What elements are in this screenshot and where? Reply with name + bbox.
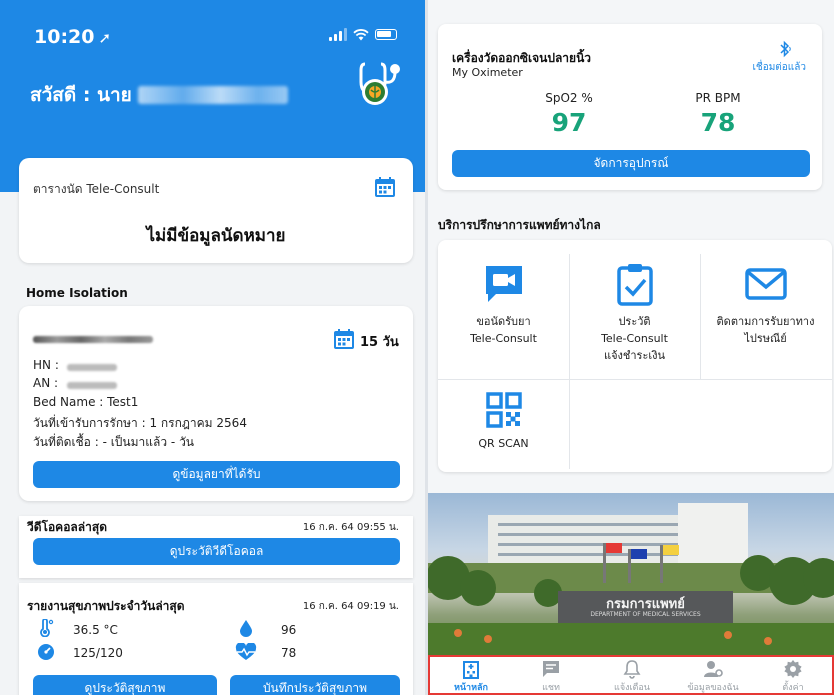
tab-chat[interactable]: แชท <box>510 657 592 693</box>
status-time: 10:20 ➚ <box>34 26 111 48</box>
pr-label: PR BPM <box>695 91 741 105</box>
hn-label: HN : <box>33 358 59 372</box>
hospital-building-icon <box>463 661 479 679</box>
department-building-banner: กรมการแพทย์ DEPARTMENT OF MEDICAL SERVIC… <box>428 493 834 655</box>
video-call-date: 16 ก.ค. 64 09:55 น. <box>302 522 399 533</box>
service-label: QR SCAN <box>478 437 529 450</box>
clipboard-check-icon <box>616 264 653 306</box>
service-label: Tele-Consult <box>601 332 668 345</box>
service-label: Tele-Consult <box>470 332 537 345</box>
grid-divider <box>438 379 832 380</box>
status-icons <box>329 28 397 41</box>
oxygen-drop-icon <box>240 620 252 637</box>
no-appointment-text: ไม่มีข้อมูลนัดหมาย <box>146 226 286 246</box>
status-bar: 10:20 ➚ <box>0 0 425 56</box>
services-screen: เครื่องวัดออกซิเจนปลายนิ้ว My Oximeter เ… <box>428 0 834 695</box>
connection-status: เชื่อมต่อแล้ว <box>752 62 807 73</box>
qr-code-icon <box>485 392 522 428</box>
tab-profile-label: ข้อมูลของฉัน <box>687 683 739 693</box>
service-label: ไปรษณีย์ <box>744 332 787 345</box>
pr-value: 78 <box>700 108 736 137</box>
hn-row: HN : <box>33 358 59 372</box>
redacted-name <box>137 86 288 104</box>
isolation-days: 15 วัน <box>360 335 399 350</box>
stethoscope-logo-icon[interactable] <box>355 58 405 110</box>
building-illustration <box>428 503 834 655</box>
track-postal-medicine-service[interactable]: ติดตามการรับยาทาง ไปรษณีย์ <box>700 262 831 346</box>
consult-history-service[interactable]: ประวัติ Tele-Consult แจ้งชำระเงิน <box>569 262 700 363</box>
qr-scan-service[interactable]: QR SCAN <box>438 392 569 451</box>
video-call-title: วีดีโอคอลล่าสุด <box>27 520 107 534</box>
blood-pressure-gauge-icon <box>38 644 54 660</box>
manage-device-button[interactable]: จัดการอุปกรณ์ <box>452 150 810 177</box>
home-isolation-screen: 10:20 ➚ สวัสดี : นาย ตารางนัด Tele-Consul… <box>0 0 425 695</box>
service-label: ติดตามการรับยาทาง <box>716 315 815 328</box>
calendar-icon[interactable] <box>374 176 396 198</box>
view-medication-button[interactable]: ดูข้อมูลยาที่ได้รับ <box>33 461 400 488</box>
request-medicine-service[interactable]: ขอนัดรับยา Tele-Consult <box>438 262 569 346</box>
banner-sign-english: DEPARTMENT OF MEDICAL SERVICES <box>590 611 701 618</box>
tele-consult-label: ตารางนัด Tele-Consult <box>33 182 160 196</box>
tab-chat-label: แชท <box>542 683 560 693</box>
admit-date: วันที่เข้ารับการรักษา : 1 กรกฎาคม 2564 <box>33 416 247 430</box>
video-chat-icon <box>485 266 522 302</box>
tab-settings-label: ตั้งค่า <box>782 683 804 693</box>
tele-consult-card: ตารางนัด Tele-Consult ไม่มีข้อมูลนัดหมาย <box>19 158 413 263</box>
an-label: AN : <box>33 376 59 390</box>
bed-name: Bed Name : Test1 <box>33 395 139 409</box>
tab-home-label: หน้าหลัก <box>453 683 489 693</box>
signal-icon <box>329 28 347 41</box>
health-report-card: รายงานสุขภาพประจำวันล่าสุด 16 ก.ค. 64 09… <box>19 583 413 695</box>
bottom-tab-bar: หน้าหลัก แชท แจ้งเตือน ข้อมูลของฉัน ตั้ง… <box>428 655 834 695</box>
temperature-value: 36.5 °C <box>73 623 118 637</box>
redacted-hn <box>67 364 117 371</box>
tab-notifications-label: แจ้งเตือน <box>614 683 650 693</box>
video-call-card: วีดีโอคอลล่าสุด 16 ก.ค. 64 09:55 น. ดูปร… <box>19 516 413 578</box>
redacted-patient-name <box>33 336 153 343</box>
mail-icon <box>744 268 787 300</box>
gear-icon <box>784 660 802 678</box>
spo2-value: 97 <box>551 108 587 137</box>
status-time-text: 10:20 <box>34 26 95 48</box>
home-isolation-title: Home Isolation <box>26 286 128 300</box>
record-health-button[interactable]: บันทึกประวัติสุขภาพ <box>230 675 400 695</box>
health-report-title: รายงานสุขภาพประจำวันล่าสุด <box>27 599 185 613</box>
tab-notifications[interactable]: แจ้งเตือน <box>591 657 673 693</box>
bell-icon <box>623 660 641 679</box>
service-label: แจ้งชำระเงิน <box>603 349 665 362</box>
bluetooth-icon <box>780 40 791 58</box>
tab-settings[interactable]: ตั้งค่า <box>752 657 834 693</box>
infected-date: วันที่ติดเชื้อ : - เป็นมาแล้ว - วัน <box>33 435 195 449</box>
video-call-history-button[interactable]: ดูประวัติวีดีโอคอล <box>33 538 400 565</box>
greeting: สวัสดี : นาย <box>30 80 288 110</box>
services-title: บริการปรึกษาการแพทย์ทางไกล <box>438 218 601 232</box>
health-report-date: 16 ก.ค. 64 09:19 น. <box>302 601 399 612</box>
greeting-text: สวัสดี : นาย <box>30 84 132 106</box>
heart-rate-icon <box>235 643 257 660</box>
spo2-label: SpO2 % <box>545 91 593 105</box>
thermometer-icon <box>40 619 54 637</box>
service-label: ขอนัดรับยา <box>476 315 531 328</box>
user-settings-icon <box>704 661 723 677</box>
wifi-icon <box>353 28 369 40</box>
redacted-an <box>67 382 117 389</box>
service-label: ประวัติ <box>618 315 651 328</box>
tab-profile[interactable]: ข้อมูลของฉัน <box>672 657 754 693</box>
oximeter-card: เครื่องวัดออกซิเจนปลายนิ้ว My Oximeter เ… <box>438 24 822 190</box>
home-isolation-card: 15 วัน HN : AN : Bed Name : Test1 วันที่… <box>19 306 413 501</box>
location-icon: ➚ <box>98 29 112 47</box>
an-row: AN : <box>33 376 58 390</box>
oximeter-subtitle: My Oximeter <box>452 66 523 79</box>
health-history-button[interactable]: ดูประวัติสุขภาพ <box>33 675 217 695</box>
battery-icon <box>375 29 397 40</box>
heart-rate-value: 78 <box>281 646 297 660</box>
tab-home[interactable]: หน้าหลัก <box>430 657 512 693</box>
oxygen-value: 96 <box>281 623 297 637</box>
services-grid: ขอนัดรับยา Tele-Consult ประวัติ Tele-Con… <box>438 240 832 472</box>
chat-icon <box>543 661 559 677</box>
calendar-icon <box>334 329 354 349</box>
blood-pressure-value: 125/120 <box>73 646 123 660</box>
